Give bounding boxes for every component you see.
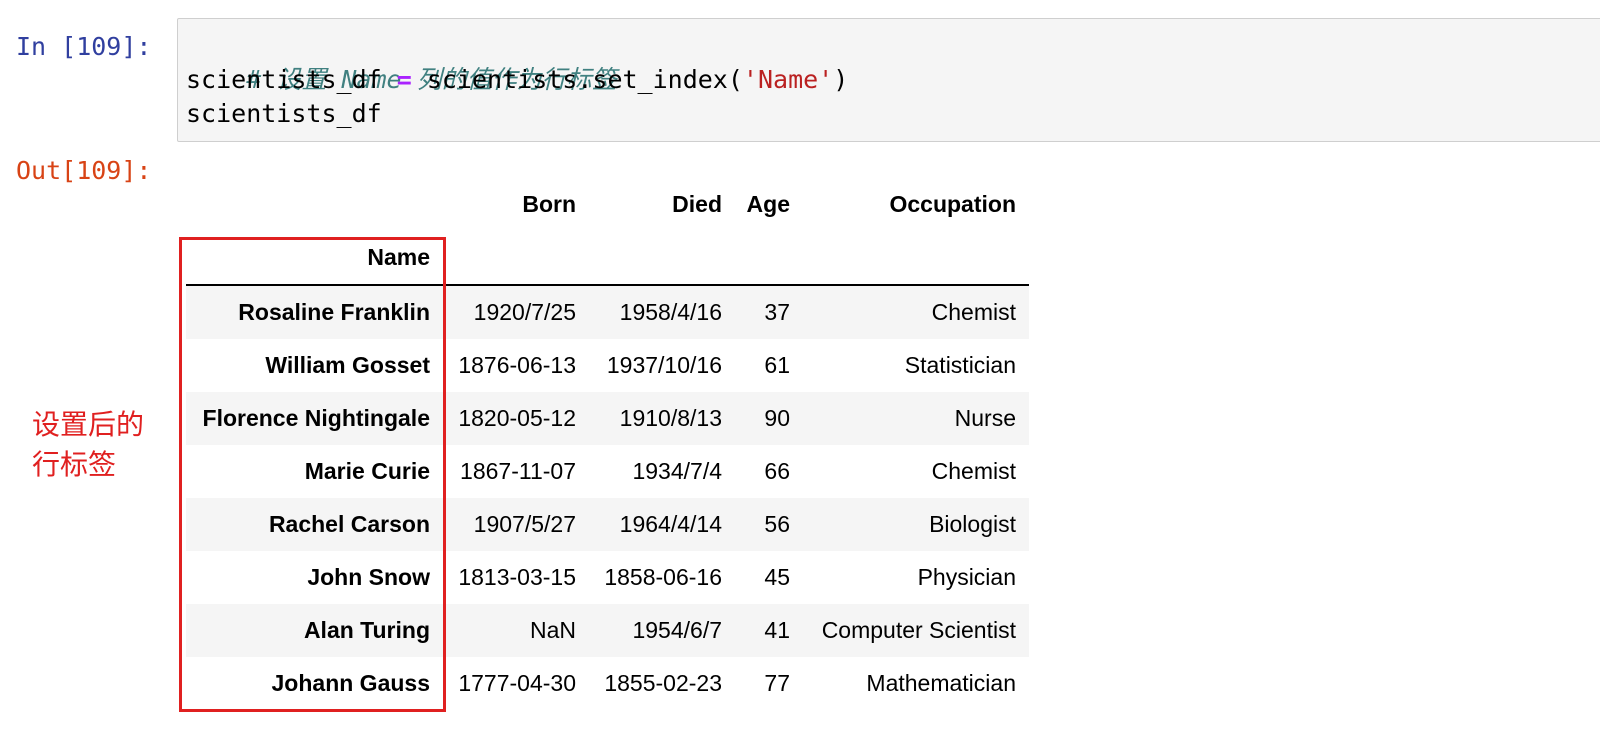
cell-occupation: Nurse bbox=[954, 405, 1016, 431]
cell-age: 37 bbox=[764, 299, 790, 325]
cell-age: 61 bbox=[764, 352, 790, 378]
cell-occupation: Biologist bbox=[929, 511, 1016, 537]
column-header-age: Age bbox=[746, 191, 790, 217]
cell-died: 1958/4/16 bbox=[619, 299, 722, 325]
cell-born: NaN bbox=[529, 617, 576, 643]
cell-died: 1934/7/4 bbox=[632, 458, 722, 484]
table-header-row: Born Died Age Occupation bbox=[186, 178, 1029, 231]
cell-born: 1820-05-12 bbox=[458, 405, 576, 431]
input-prompt: In [109]: bbox=[16, 32, 152, 61]
cell-occupation: Statistician bbox=[904, 352, 1016, 378]
column-header-died: Died bbox=[672, 191, 722, 217]
code-variable: scientists_df bbox=[186, 65, 397, 94]
cell-born: 1813-03-15 bbox=[458, 564, 576, 590]
code-call: scientists.set_index( bbox=[411, 65, 743, 94]
cell-age: 41 bbox=[764, 617, 790, 643]
cell-died: 1937/10/16 bbox=[606, 352, 722, 378]
column-header-occupation: Occupation bbox=[889, 191, 1016, 217]
cell-died: 1858-06-16 bbox=[604, 564, 722, 590]
cell-age: 45 bbox=[764, 564, 790, 590]
cell-died: 1954/6/7 bbox=[632, 617, 722, 643]
highlight-box bbox=[179, 237, 446, 712]
cell-age: 90 bbox=[764, 405, 790, 431]
cell-born: 1867-11-07 bbox=[460, 458, 576, 484]
code-operator: = bbox=[396, 65, 412, 94]
cell-occupation: Chemist bbox=[931, 458, 1016, 484]
code-line-output-expr: scientists_df bbox=[186, 99, 382, 128]
cell-died: 1910/8/13 bbox=[619, 405, 722, 431]
cell-born: 1920/7/25 bbox=[473, 299, 576, 325]
annotation-label: 设置后的行标签 bbox=[32, 408, 145, 481]
cell-age: 66 bbox=[764, 458, 790, 484]
cell-occupation: Mathematician bbox=[866, 670, 1016, 696]
cell-occupation: Chemist bbox=[931, 299, 1016, 325]
cell-age: 77 bbox=[764, 670, 790, 696]
cell-born: 1907/5/27 bbox=[473, 511, 576, 537]
cell-born: 1777-04-30 bbox=[458, 670, 576, 696]
code-line-assignment: scientists_df = scientists.set_index('Na… bbox=[186, 65, 848, 94]
cell-died: 1964/4/14 bbox=[619, 511, 722, 537]
column-header-born: Born bbox=[522, 191, 576, 217]
code-string: 'Name' bbox=[742, 65, 834, 94]
code-cell[interactable]: # 设置 Name 列的值作为行标签 scientists_df = scien… bbox=[177, 18, 1600, 142]
cell-died: 1855-02-23 bbox=[604, 670, 722, 696]
output-prompt: Out[109]: bbox=[16, 156, 152, 185]
code-paren: ) bbox=[833, 65, 849, 94]
cell-born: 1876-06-13 bbox=[458, 352, 576, 378]
cell-occupation: Computer Scientist bbox=[821, 617, 1016, 643]
cell-age: 56 bbox=[764, 511, 790, 537]
cell-occupation: Physician bbox=[917, 564, 1016, 590]
